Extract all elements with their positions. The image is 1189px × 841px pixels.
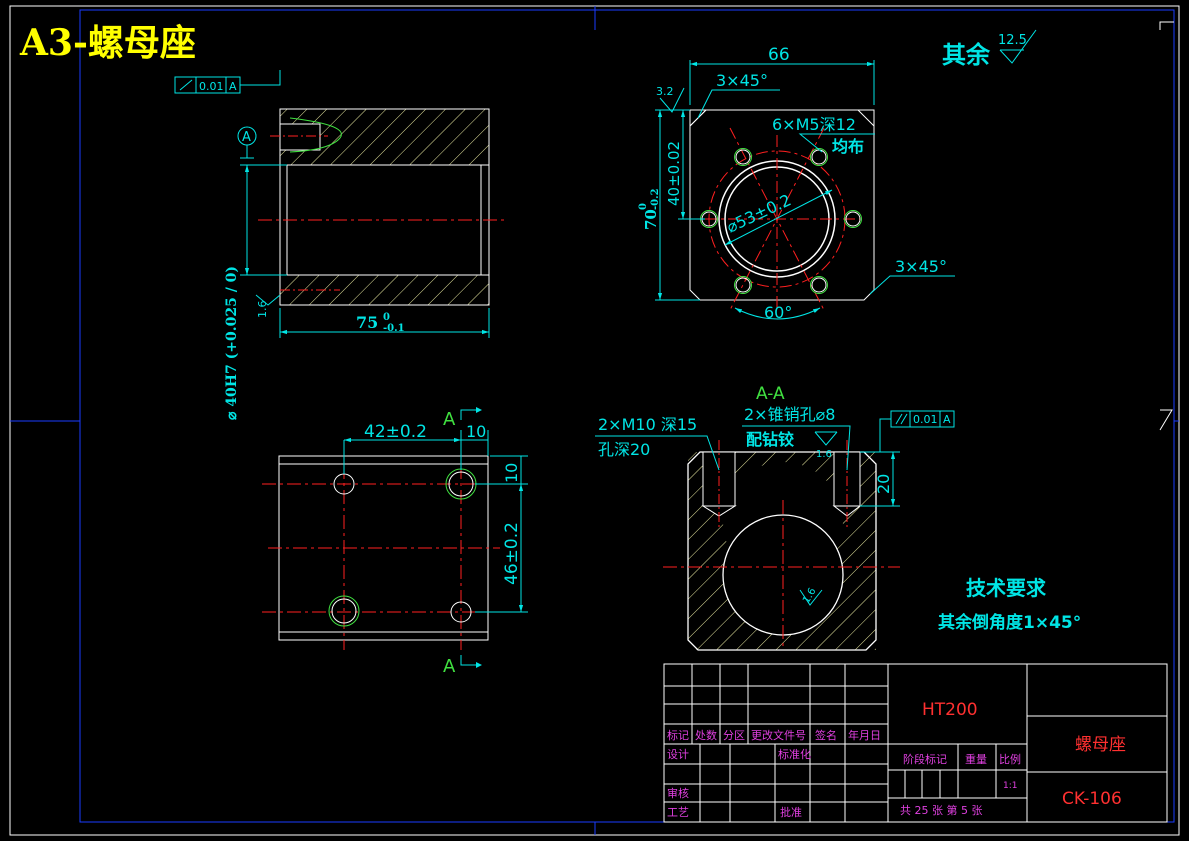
header-signature: 签名	[815, 728, 837, 742]
angle-dimension: 60°	[764, 303, 792, 322]
chamfer-bottom: 3×45°	[895, 257, 947, 276]
material: HT200	[922, 700, 978, 720]
dim-46: 46±0.2	[502, 522, 522, 585]
flatness-datum: A	[229, 80, 237, 93]
length-tol-lower: -0.1	[383, 323, 405, 334]
header-change-doc: 更改文件号	[751, 728, 806, 742]
label-review: 审核	[667, 786, 689, 800]
flatness-value: 0.01	[199, 80, 224, 93]
title-block: HT200 螺母座 CK-106 标记 处数 分区 更改文件号 签名 年月日 设…	[663, 663, 1168, 823]
thread-holes-callout: 6×M5深12	[772, 115, 856, 134]
section-mark-top: A	[443, 409, 456, 430]
chamfer-top: 3×45°	[716, 71, 768, 90]
label-standardize: 标准化	[778, 747, 811, 761]
header-date: 年月日	[848, 728, 881, 742]
scale-value: 1:1	[1003, 781, 1017, 791]
top-view: 42±0.2 10 10 46±0.2 A A	[262, 407, 528, 677]
sheet-frame	[9, 5, 1180, 836]
sheet-title: A3-螺母座	[19, 22, 196, 64]
drawing-number: CK-106	[1062, 789, 1122, 809]
dim-10-horizontal: 10	[466, 422, 486, 441]
side-view: 66 3×45° 3.2 70 0 -0.2 40±0.02 6×M5深12 均…	[638, 45, 955, 322]
circle-dimension: ⌀53±0.2	[724, 190, 794, 236]
label-scale: 比例	[999, 752, 1021, 766]
section-title: A-A	[756, 384, 785, 404]
label-approve: 批准	[780, 805, 802, 819]
section-roughness-top: 1.6	[816, 449, 832, 460]
dim-20: 20	[874, 474, 893, 494]
section-mark-bottom: A	[443, 656, 456, 677]
tapped-holes-line2: 孔深20	[598, 440, 650, 459]
technical-requirements: 技术要求 其余倒角度1×45°	[938, 576, 1081, 633]
header-zone: 分区	[723, 729, 745, 742]
tech-req-heading: 技术要求	[966, 576, 1047, 600]
width-dimension: 66	[768, 45, 790, 65]
general-roughness-note: 其余 12.5	[942, 29, 1037, 69]
label-design: 设计	[667, 748, 689, 761]
height-dimension: 70	[642, 209, 660, 230]
height-tol-upper: 0	[638, 203, 649, 210]
part-name: 螺母座	[1075, 735, 1126, 755]
thread-holes-note: 均布	[832, 137, 864, 156]
pin-holes-line1: 2×锥销孔⌀8	[744, 405, 835, 424]
cad-drawing: A3-螺母座 其余 12.5 0.01 A A ⌀ 40H7 (+0.025 /…	[9, 5, 1180, 836]
length-tol-upper: 0	[383, 312, 390, 323]
parallel-datum: A	[943, 413, 951, 426]
tech-req-line1: 其余倒角度1×45°	[938, 612, 1081, 633]
dim-42: 42±0.2	[364, 422, 427, 442]
length-dimension: 75	[356, 313, 378, 332]
tapped-holes-line1: 2×M10 深15	[598, 415, 697, 434]
height-tol-lower: -0.2	[650, 188, 661, 210]
roughness-label: 其余	[942, 41, 991, 69]
roughness-value: 12.5	[998, 33, 1027, 48]
side-roughness: 3.2	[656, 85, 674, 98]
drawing-canvas: A3-螺母座 其余 12.5 0.01 A A ⌀ 40H7 (+0.025 /…	[0, 0, 1189, 841]
header-count: 处数	[695, 729, 717, 742]
label-stage-mark: 阶段标记	[903, 752, 947, 766]
bore-dimension: ⌀ 40H7 (+0.025 / 0)	[224, 266, 240, 420]
section-view: A-A 2×M10 深15 孔深20 2×锥销孔⌀8 配钻铰 1.6 0.01 …	[595, 384, 955, 651]
pin-holes-line2: 配钻铰	[746, 430, 794, 449]
label-process: 工艺	[667, 806, 689, 819]
center-dimension: 40±0.02	[665, 141, 683, 206]
front-view: 0.01 A A ⌀ 40H7 (+0.025 / 0) 1.6 75 0 -0…	[174, 70, 505, 420]
front-roughness: 1.6	[256, 301, 269, 319]
label-weight: 重量	[965, 752, 987, 766]
dim-10-vertical: 10	[502, 463, 521, 483]
sheet-count: 共 25 张 第 5 张	[900, 803, 982, 817]
datum-a-label: A	[242, 130, 251, 145]
header-mark: 标记	[667, 728, 689, 742]
parallel-value: 0.01	[913, 413, 938, 426]
